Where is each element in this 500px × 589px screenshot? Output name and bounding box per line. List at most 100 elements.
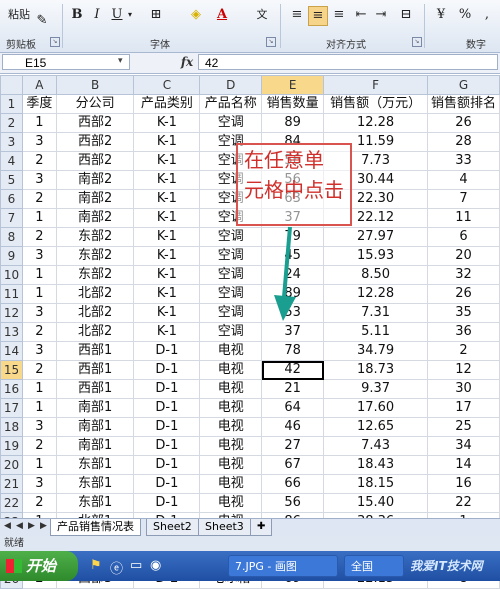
format-painter-icon[interactable]: ✎: [34, 12, 50, 30]
header-cell[interactable]: 产品名称: [199, 94, 263, 114]
data-cell[interactable]: 电视: [199, 474, 263, 494]
data-cell[interactable]: K-1: [133, 189, 201, 209]
percent-button[interactable]: %: [458, 6, 472, 24]
data-cell[interactable]: 电视: [199, 341, 263, 361]
data-cell[interactable]: 26: [427, 284, 500, 304]
header-cell[interactable]: 销售额（万元）: [323, 94, 429, 114]
italic-button[interactable]: I: [90, 6, 104, 24]
data-cell[interactable]: 36: [427, 322, 500, 342]
row-header[interactable]: 8: [0, 227, 23, 247]
data-cell[interactable]: 18.15: [323, 474, 429, 494]
data-cell[interactable]: 18.43: [323, 455, 429, 475]
data-cell[interactable]: 空调: [199, 246, 263, 266]
header-cell[interactable]: 季度: [21, 94, 57, 114]
phonetic-icon[interactable]: 文: [250, 6, 274, 24]
data-cell[interactable]: 17.60: [323, 398, 429, 418]
bold-button[interactable]: B: [70, 6, 84, 24]
data-cell[interactable]: 西部2: [55, 132, 135, 152]
data-cell[interactable]: 1: [21, 208, 57, 228]
data-cell[interactable]: 3: [21, 132, 57, 152]
task-paint[interactable]: 7.JPG - 画图: [228, 555, 338, 577]
data-cell[interactable]: 15.40: [323, 493, 429, 513]
data-cell[interactable]: 2: [427, 341, 500, 361]
align-right-icon[interactable]: ≡: [330, 6, 348, 24]
increase-indent-icon[interactable]: ⇥: [372, 6, 390, 24]
data-cell[interactable]: 56: [261, 493, 325, 513]
data-cell[interactable]: 空调: [199, 322, 263, 342]
next-sheet-icon[interactable]: ▶: [28, 521, 35, 531]
data-cell[interactable]: 22: [427, 493, 500, 513]
data-cell[interactable]: 3: [21, 246, 57, 266]
data-cell[interactable]: 2: [21, 360, 57, 380]
data-cell[interactable]: 西部1: [55, 360, 135, 380]
data-cell[interactable]: 33: [427, 151, 500, 171]
desktop-icon[interactable]: ▭: [130, 558, 142, 573]
insert-sheet-icon[interactable]: ✚: [250, 519, 273, 536]
data-cell[interactable]: 34: [427, 436, 500, 456]
data-cell[interactable]: 南部2: [55, 189, 135, 209]
data-cell[interactable]: K-1: [133, 132, 201, 152]
data-cell[interactable]: 34.79: [323, 341, 429, 361]
header-cell[interactable]: 销售额排名: [427, 94, 500, 114]
data-cell[interactable]: 西部2: [55, 151, 135, 171]
column-header-b[interactable]: B: [55, 75, 135, 95]
underline-button[interactable]: U: [110, 6, 124, 24]
data-cell[interactable]: 4: [427, 170, 500, 190]
column-header-f[interactable]: F: [323, 75, 429, 95]
media-icon[interactable]: ◉: [150, 558, 161, 573]
currency-icon[interactable]: ¥: [430, 6, 452, 24]
paste-button[interactable]: 粘贴: [4, 6, 34, 24]
data-cell[interactable]: 电视: [199, 379, 263, 399]
data-cell[interactable]: 28: [427, 132, 500, 152]
data-cell[interactable]: 空调: [199, 113, 263, 133]
data-cell[interactable]: D-1: [133, 379, 201, 399]
data-cell[interactable]: 32: [427, 265, 500, 285]
data-cell[interactable]: 35: [427, 303, 500, 323]
data-cell[interactable]: 1: [21, 379, 57, 399]
start-button[interactable]: 开始: [0, 551, 78, 581]
column-header-a[interactable]: A: [21, 75, 57, 95]
row-header[interactable]: 10: [0, 265, 23, 285]
row-header[interactable]: 6: [0, 189, 23, 209]
data-cell[interactable]: 11: [427, 208, 500, 228]
data-cell[interactable]: 东部2: [55, 265, 135, 285]
row-header[interactable]: 19: [0, 436, 23, 456]
font-launcher-icon[interactable]: ↘: [266, 37, 276, 47]
selected-cell[interactable]: 42: [261, 360, 325, 380]
data-cell[interactable]: K-1: [133, 208, 201, 228]
select-all-corner[interactable]: [0, 75, 23, 95]
data-cell[interactable]: 南部1: [55, 417, 135, 437]
data-cell[interactable]: 46: [261, 417, 325, 437]
data-cell[interactable]: 1: [21, 265, 57, 285]
data-cell[interactable]: 1: [21, 284, 57, 304]
formula-input[interactable]: 42: [198, 54, 498, 70]
data-cell[interactable]: 3: [21, 341, 57, 361]
data-cell[interactable]: 21: [261, 379, 325, 399]
align-center-icon[interactable]: ≡: [308, 6, 328, 26]
data-cell[interactable]: 西部1: [55, 341, 135, 361]
data-cell[interactable]: 3: [21, 303, 57, 323]
row-header[interactable]: 18: [0, 417, 23, 437]
row-header[interactable]: 12: [0, 303, 23, 323]
prev-sheet-icon[interactable]: ◀: [16, 521, 23, 531]
comma-button[interactable]: ,: [480, 6, 494, 24]
data-cell[interactable]: 64: [261, 398, 325, 418]
data-cell[interactable]: 2: [21, 227, 57, 247]
data-cell[interactable]: 9.37: [323, 379, 429, 399]
data-cell[interactable]: 东部2: [55, 246, 135, 266]
data-cell[interactable]: K-1: [133, 322, 201, 342]
align-left-icon[interactable]: ≡: [288, 6, 306, 24]
data-cell[interactable]: 空调: [199, 284, 263, 304]
fill-color-icon[interactable]: ◈: [186, 6, 206, 24]
quick-launch-icon[interactable]: ⚑: [90, 558, 102, 573]
column-header-e[interactable]: E: [261, 75, 325, 95]
data-cell[interactable]: 空调: [199, 227, 263, 247]
tab-sheet-2[interactable]: Sheet2: [146, 519, 199, 536]
data-cell[interactable]: 西部1: [55, 379, 135, 399]
underline-dropdown-icon[interactable]: ▾: [126, 6, 134, 24]
data-cell[interactable]: 3: [21, 417, 57, 437]
data-cell[interactable]: 电视: [199, 493, 263, 513]
data-cell[interactable]: 25: [427, 417, 500, 437]
row-header[interactable]: 17: [0, 398, 23, 418]
data-cell[interactable]: 南部2: [55, 170, 135, 190]
